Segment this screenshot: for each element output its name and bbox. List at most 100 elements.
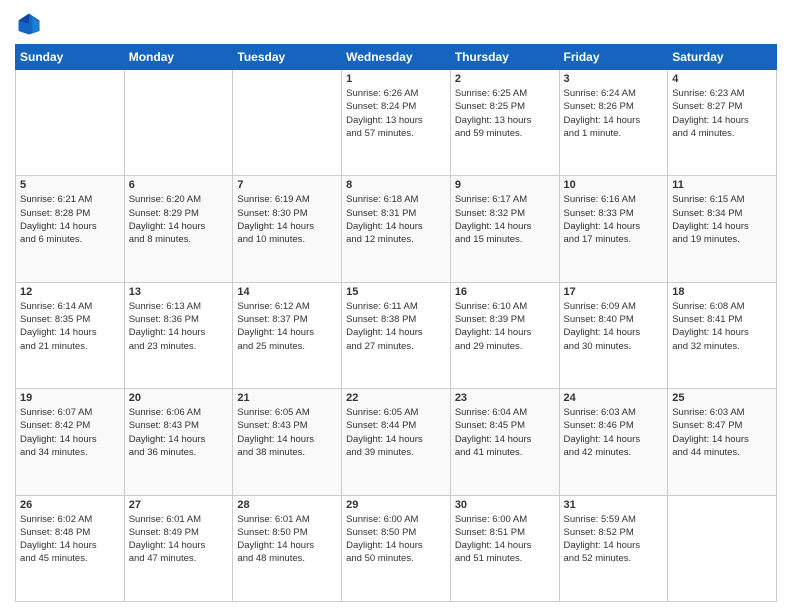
page: SundayMondayTuesdayWednesdayThursdayFrid… — [0, 0, 792, 612]
day-number: 14 — [237, 286, 337, 298]
calendar-cell: 18Sunrise: 6:08 AM Sunset: 8:41 PM Dayli… — [668, 282, 777, 388]
weekday-header: Sunday — [16, 45, 125, 70]
day-info: Sunrise: 6:00 AM Sunset: 8:51 PM Dayligh… — [455, 513, 555, 566]
day-info: Sunrise: 6:07 AM Sunset: 8:42 PM Dayligh… — [20, 406, 120, 459]
calendar-week-row: 19 Sunrise: 6:07 AM Sunset: 8:42 PM Dayli… — [16, 389, 777, 495]
day-info: Sunrise: 6:10 AM Sunset: 8:39 PM Dayligh… — [455, 300, 555, 353]
calendar-cell: 30 Sunrise: 6:00 AM Sunset: 8:51 PM Dayli… — [450, 495, 559, 601]
day-number: 10 — [564, 179, 664, 191]
day-info: Sunrise: 6:23 AM Sunset: 8:27 PM Dayligh… — [672, 87, 772, 140]
day-info: Sunrise: 6:18 AM Sunset: 8:31 PM Dayligh… — [346, 193, 446, 246]
weekday-header: Monday — [124, 45, 233, 70]
day-info: Sunrise: 6:15 AM Sunset: 8:34 PM Dayligh… — [672, 193, 772, 246]
calendar-week-row: 12 Sunrise: 6:14 AM Sunset: 8:35 PM Dayli… — [16, 282, 777, 388]
day-info: Sunrise: 6:05 AM Sunset: 8:43 PM Dayligh… — [237, 406, 337, 459]
day-info: Sunrise: 5:59 AM Sunset: 8:52 PM Dayligh… — [564, 513, 664, 566]
calendar-cell: 11Sunrise: 6:15 AM Sunset: 8:34 PM Dayli… — [668, 176, 777, 282]
logo-icon — [15, 10, 43, 38]
day-info: Sunrise: 6:16 AM Sunset: 8:33 PM Dayligh… — [564, 193, 664, 246]
calendar-cell: 3Sunrise: 6:24 AM Sunset: 8:26 PM Daylig… — [559, 70, 668, 176]
calendar-cell: 22 Sunrise: 6:05 AM Sunset: 8:44 PM Dayli… — [342, 389, 451, 495]
day-info: Sunrise: 6:14 AM Sunset: 8:35 PM Dayligh… — [20, 300, 120, 353]
day-number: 22 — [346, 392, 446, 404]
calendar-cell: 4 Sunrise: 6:23 AM Sunset: 8:27 PM Daylig… — [668, 70, 777, 176]
day-number: 25 — [672, 392, 772, 404]
calendar-cell: 26 Sunrise: 6:02 AM Sunset: 8:48 PM Dayli… — [16, 495, 125, 601]
day-number: 21 — [237, 392, 337, 404]
calendar-cell — [124, 70, 233, 176]
day-number: 31 — [564, 499, 664, 511]
day-number: 19 — [20, 392, 120, 404]
day-info: Sunrise: 6:04 AM Sunset: 8:45 PM Dayligh… — [455, 406, 555, 459]
calendar-cell: 6 Sunrise: 6:20 AM Sunset: 8:29 PM Daylig… — [124, 176, 233, 282]
day-info: Sunrise: 6:19 AM Sunset: 8:30 PM Dayligh… — [237, 193, 337, 246]
calendar-cell: 8 Sunrise: 6:18 AM Sunset: 8:31 PM Daylig… — [342, 176, 451, 282]
day-info: Sunrise: 6:06 AM Sunset: 8:43 PM Dayligh… — [129, 406, 229, 459]
day-number: 9 — [455, 179, 555, 191]
day-info: Sunrise: 6:05 AM Sunset: 8:44 PM Dayligh… — [346, 406, 446, 459]
calendar-cell: 13 Sunrise: 6:13 AM Sunset: 8:36 PM Dayli… — [124, 282, 233, 388]
calendar-cell: 20 Sunrise: 6:06 AM Sunset: 8:43 PM Dayli… — [124, 389, 233, 495]
day-info: Sunrise: 6:03 AM Sunset: 8:46 PM Dayligh… — [564, 406, 664, 459]
day-number: 23 — [455, 392, 555, 404]
calendar-cell: 17Sunrise: 6:09 AM Sunset: 8:40 PM Dayli… — [559, 282, 668, 388]
calendar-cell: 28Sunrise: 6:01 AM Sunset: 8:50 PM Dayli… — [233, 495, 342, 601]
calendar-cell: 12 Sunrise: 6:14 AM Sunset: 8:35 PM Dayli… — [16, 282, 125, 388]
day-info: Sunrise: 6:00 AM Sunset: 8:50 PM Dayligh… — [346, 513, 446, 566]
day-info: Sunrise: 6:25 AM Sunset: 8:25 PM Dayligh… — [455, 87, 555, 140]
day-number: 13 — [129, 286, 229, 298]
weekday-header: Friday — [559, 45, 668, 70]
day-info: Sunrise: 6:24 AM Sunset: 8:26 PM Dayligh… — [564, 87, 664, 140]
calendar-cell: 23 Sunrise: 6:04 AM Sunset: 8:45 PM Dayli… — [450, 389, 559, 495]
day-number: 30 — [455, 499, 555, 511]
header — [15, 10, 777, 38]
calendar-cell — [233, 70, 342, 176]
calendar-cell — [16, 70, 125, 176]
calendar-table: SundayMondayTuesdayWednesdayThursdayFrid… — [15, 44, 777, 602]
day-info: Sunrise: 6:12 AM Sunset: 8:37 PM Dayligh… — [237, 300, 337, 353]
day-number: 24 — [564, 392, 664, 404]
day-number: 1 — [346, 73, 446, 85]
calendar-week-row: 5 Sunrise: 6:21 AM Sunset: 8:28 PM Daylig… — [16, 176, 777, 282]
calendar-cell: 21 Sunrise: 6:05 AM Sunset: 8:43 PM Dayli… — [233, 389, 342, 495]
calendar-cell: 29Sunrise: 6:00 AM Sunset: 8:50 PM Dayli… — [342, 495, 451, 601]
calendar-cell: 16Sunrise: 6:10 AM Sunset: 8:39 PM Dayli… — [450, 282, 559, 388]
weekday-header: Saturday — [668, 45, 777, 70]
day-info: Sunrise: 6:17 AM Sunset: 8:32 PM Dayligh… — [455, 193, 555, 246]
calendar-cell: 9 Sunrise: 6:17 AM Sunset: 8:32 PM Daylig… — [450, 176, 559, 282]
calendar-cell — [668, 495, 777, 601]
day-info: Sunrise: 6:20 AM Sunset: 8:29 PM Dayligh… — [129, 193, 229, 246]
calendar-cell: 25Sunrise: 6:03 AM Sunset: 8:47 PM Dayli… — [668, 389, 777, 495]
calendar-cell: 31 Sunrise: 5:59 AM Sunset: 8:52 PM Dayli… — [559, 495, 668, 601]
calendar-cell: 7Sunrise: 6:19 AM Sunset: 8:30 PM Daylig… — [233, 176, 342, 282]
day-number: 12 — [20, 286, 120, 298]
calendar-cell: 5 Sunrise: 6:21 AM Sunset: 8:28 PM Daylig… — [16, 176, 125, 282]
calendar-cell: 19 Sunrise: 6:07 AM Sunset: 8:42 PM Dayli… — [16, 389, 125, 495]
day-info: Sunrise: 6:02 AM Sunset: 8:48 PM Dayligh… — [20, 513, 120, 566]
day-number: 26 — [20, 499, 120, 511]
weekday-header: Tuesday — [233, 45, 342, 70]
calendar-cell: 1Sunrise: 6:26 AM Sunset: 8:24 PM Daylig… — [342, 70, 451, 176]
day-info: Sunrise: 6:09 AM Sunset: 8:40 PM Dayligh… — [564, 300, 664, 353]
day-number: 4 — [672, 73, 772, 85]
day-number: 2 — [455, 73, 555, 85]
day-info: Sunrise: 6:01 AM Sunset: 8:49 PM Dayligh… — [129, 513, 229, 566]
day-number: 5 — [20, 179, 120, 191]
weekday-header: Thursday — [450, 45, 559, 70]
day-number: 27 — [129, 499, 229, 511]
day-number: 6 — [129, 179, 229, 191]
day-number: 15 — [346, 286, 446, 298]
calendar-cell: 10 Sunrise: 6:16 AM Sunset: 8:33 PM Dayli… — [559, 176, 668, 282]
calendar-cell: 15 Sunrise: 6:11 AM Sunset: 8:38 PM Dayli… — [342, 282, 451, 388]
calendar-cell: 27 Sunrise: 6:01 AM Sunset: 8:49 PM Dayli… — [124, 495, 233, 601]
calendar-week-row: 1Sunrise: 6:26 AM Sunset: 8:24 PM Daylig… — [16, 70, 777, 176]
day-number: 28 — [237, 499, 337, 511]
logo — [15, 10, 47, 38]
calendar-week-row: 26 Sunrise: 6:02 AM Sunset: 8:48 PM Dayli… — [16, 495, 777, 601]
day-info: Sunrise: 6:08 AM Sunset: 8:41 PM Dayligh… — [672, 300, 772, 353]
day-number: 20 — [129, 392, 229, 404]
day-info: Sunrise: 6:13 AM Sunset: 8:36 PM Dayligh… — [129, 300, 229, 353]
day-number: 8 — [346, 179, 446, 191]
day-info: Sunrise: 6:11 AM Sunset: 8:38 PM Dayligh… — [346, 300, 446, 353]
day-info: Sunrise: 6:21 AM Sunset: 8:28 PM Dayligh… — [20, 193, 120, 246]
